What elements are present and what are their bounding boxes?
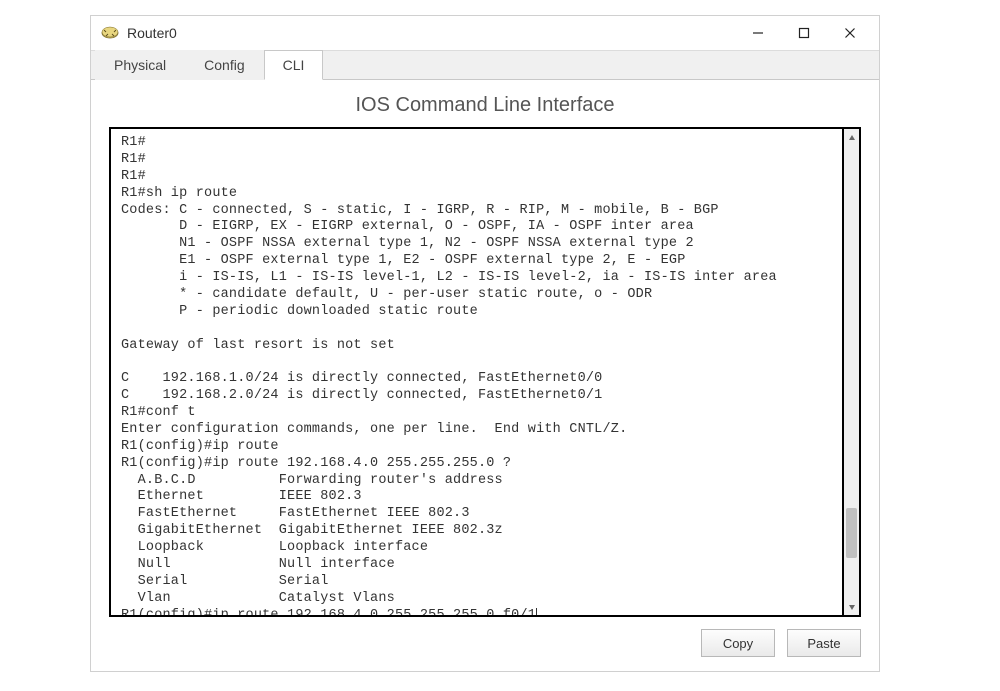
scrollbar[interactable] <box>844 127 861 617</box>
scroll-down-arrow[interactable] <box>844 598 859 615</box>
tabstrip: Physical Config CLI <box>91 50 879 80</box>
cli-heading: IOS Command Line Interface <box>109 94 861 117</box>
terminal-output: R1# R1# R1# R1#sh ip route Codes: C - co… <box>121 135 777 617</box>
cli-terminal[interactable]: R1# R1# R1# R1#sh ip route Codes: C - co… <box>109 127 844 617</box>
copy-button[interactable]: Copy <box>701 629 775 657</box>
close-button[interactable] <box>827 18 873 48</box>
titlebar[interactable]: Router0 <box>91 16 879 50</box>
scroll-track[interactable] <box>844 146 859 598</box>
maximize-button[interactable] <box>781 18 827 48</box>
button-row: Copy Paste <box>109 629 861 657</box>
router-icon <box>101 24 119 42</box>
window-title: Router0 <box>127 25 735 41</box>
terminal-container: R1# R1# R1# R1#sh ip route Codes: C - co… <box>109 127 861 617</box>
tab-config[interactable]: Config <box>185 50 263 80</box>
tab-cli[interactable]: CLI <box>264 50 324 80</box>
minimize-button[interactable] <box>735 18 781 48</box>
scroll-thumb[interactable] <box>846 508 857 558</box>
window-controls <box>735 18 873 48</box>
text-cursor <box>536 608 537 618</box>
paste-button[interactable]: Paste <box>787 629 861 657</box>
scroll-up-arrow[interactable] <box>844 129 859 146</box>
app-window: Router0 Physical Config CLI IOS Command … <box>90 15 880 672</box>
tab-content: IOS Command Line Interface R1# R1# R1# R… <box>91 80 879 671</box>
tab-physical[interactable]: Physical <box>95 50 185 80</box>
